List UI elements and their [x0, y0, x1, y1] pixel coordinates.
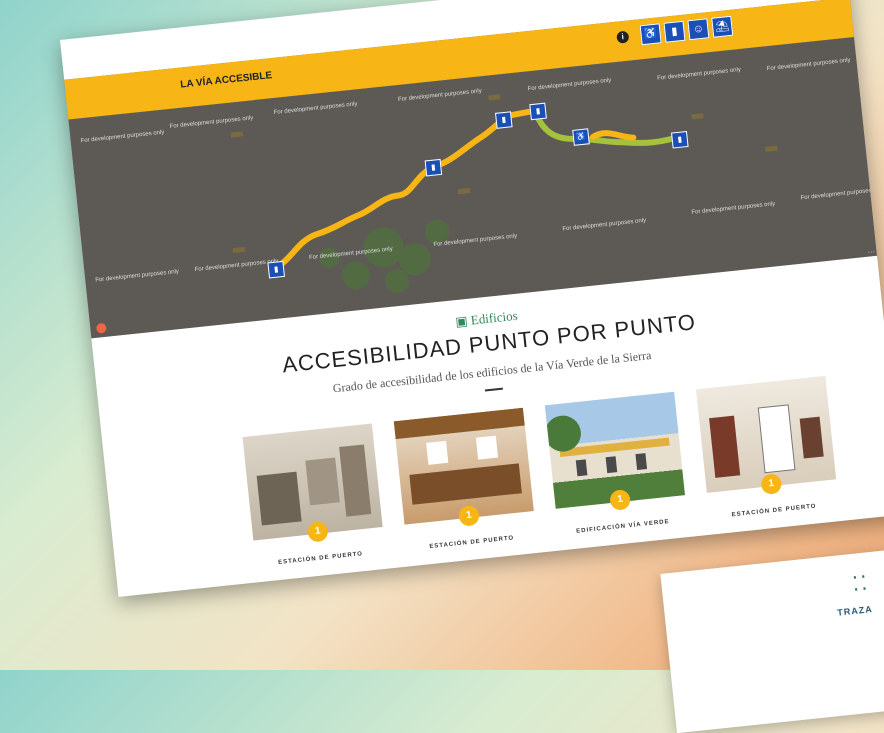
route-green [531, 107, 677, 146]
forest-area [319, 219, 450, 294]
building-icon: ▣ [454, 312, 469, 330]
building-card[interactable]: 1 ESTACIÓN DE PUERTO [393, 407, 537, 553]
card-caption: ESTACIÓN DE PUERTO [429, 535, 515, 551]
legend-icons: i ♿ ▮ ☺ ⛱ [616, 15, 734, 48]
building-cards: 1 ESTACIÓN DE PUERTO 1 ESTACIÓN DE PUERT… [242, 374, 854, 569]
building-pin-icon[interactable]: ▮ [671, 130, 689, 149]
wheelchair-icon[interactable]: ♿ [639, 23, 662, 46]
building-card[interactable]: 1 ESTACIÓN DE PUERTO [242, 423, 386, 569]
background-sheet: ⁚⁚ TRAZA [660, 546, 884, 733]
building-pin-icon[interactable]: ▮ [495, 111, 513, 129]
route-yellow [272, 107, 538, 272]
picnic-icon[interactable]: ⛱ [711, 15, 734, 38]
card-caption: EDIFICACIÓN VÍA VERDE [576, 518, 670, 535]
logo-icon: ⁚⁚ [851, 570, 871, 596]
building-pin-icon[interactable]: ▮ [529, 102, 547, 121]
divider [484, 387, 503, 392]
web-page: For development purposes only For develo… [60, 0, 884, 597]
background-logo-text: TRAZA [836, 604, 874, 618]
building-card[interactable]: 1 ESTACIÓN DE PUERTO [696, 375, 839, 521]
map-attribution[interactable]: ▪ ▪ ▪ [868, 249, 875, 255]
info-icon[interactable]: i [616, 30, 630, 44]
building-icon[interactable]: ▮ [663, 20, 686, 43]
building-pin-icon[interactable]: ▮ [424, 158, 443, 177]
wheelchair-pin-icon[interactable]: ♿ [572, 128, 590, 146]
card-caption: ESTACIÓN DE PUERTO [731, 503, 817, 519]
building-card[interactable]: 1 EDIFICACIÓN VÍA VERDE [544, 391, 688, 537]
building-pin-icon[interactable]: ▮ [267, 260, 285, 279]
card-caption: ESTACIÓN DE PUERTO [277, 551, 364, 567]
page-title: LA VÍA ACCESIBLE [179, 70, 273, 91]
people-icon[interactable]: ☺ [687, 18, 710, 41]
